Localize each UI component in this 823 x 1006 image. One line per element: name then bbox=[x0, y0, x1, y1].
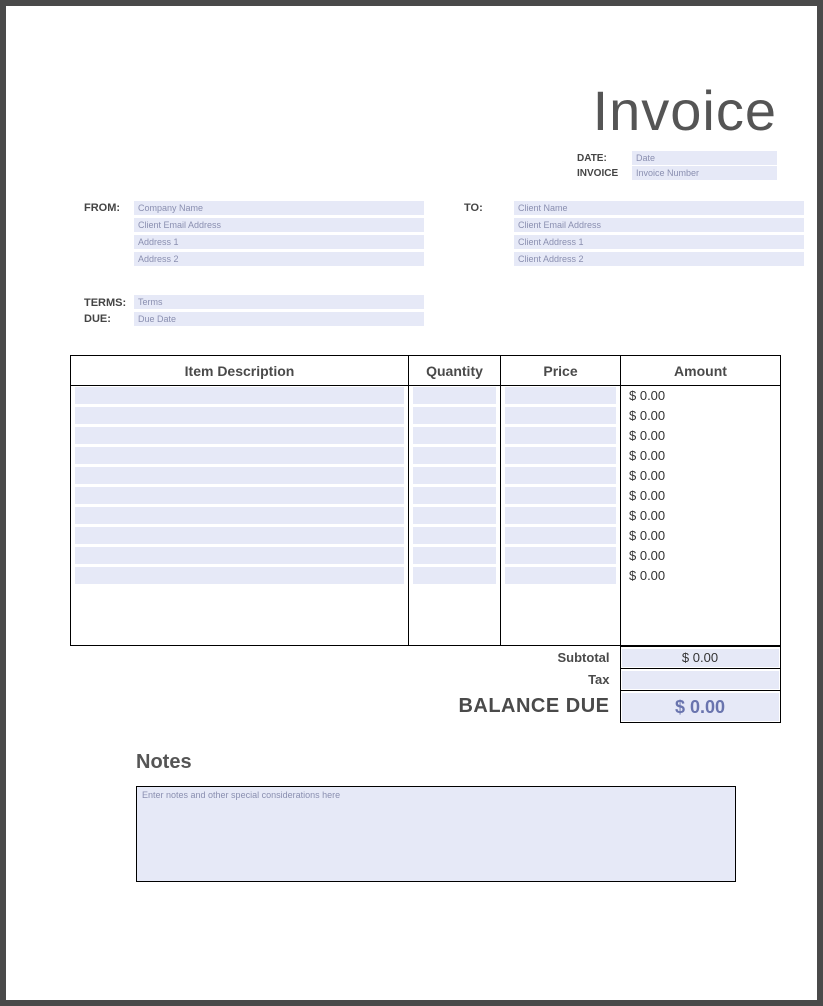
invoice-page: Invoice DATE: Date INVOICE Invoice Numbe… bbox=[6, 6, 817, 1000]
col-quantity: Quantity bbox=[409, 356, 501, 386]
item-price-input[interactable] bbox=[505, 387, 616, 404]
item-price-input[interactable] bbox=[505, 467, 616, 484]
item-quantity-input[interactable] bbox=[413, 507, 496, 524]
item-price-input[interactable] bbox=[505, 547, 616, 564]
balance-due-value: $ 0.00 bbox=[620, 691, 780, 723]
line-item-row: $ 0.00 bbox=[71, 546, 781, 566]
subtotal-label: Subtotal bbox=[408, 647, 620, 669]
item-description-input[interactable] bbox=[75, 467, 404, 484]
item-amount: $ 0.00 bbox=[621, 426, 781, 446]
line-item-row: $ 0.00 bbox=[71, 566, 781, 586]
line-item-row: $ 0.00 bbox=[71, 526, 781, 546]
item-amount: $ 0.00 bbox=[621, 446, 781, 466]
line-item-row: $ 0.00 bbox=[71, 446, 781, 466]
from-address1-input[interactable]: Address 1 bbox=[134, 235, 424, 249]
from-email-input[interactable]: Client Email Address bbox=[134, 218, 424, 232]
line-item-row: $ 0.00 bbox=[71, 386, 781, 406]
to-address2-input[interactable]: Client Address 2 bbox=[514, 252, 804, 266]
item-quantity-input[interactable] bbox=[413, 567, 496, 584]
item-description-input[interactable] bbox=[75, 387, 404, 404]
line-item-row: $ 0.00 bbox=[71, 466, 781, 486]
from-address2-input[interactable]: Address 2 bbox=[134, 252, 424, 266]
line-items-table: Item Description Quantity Price Amount $… bbox=[70, 355, 781, 646]
tax-label: Tax bbox=[408, 669, 620, 691]
tax-value[interactable] bbox=[620, 669, 780, 691]
date-input[interactable]: Date bbox=[632, 151, 777, 165]
item-amount: $ 0.00 bbox=[621, 486, 781, 506]
item-description-input[interactable] bbox=[75, 447, 404, 464]
item-price-input[interactable] bbox=[505, 447, 616, 464]
terms-input[interactable]: Terms bbox=[134, 295, 424, 309]
terms-label: TERMS: bbox=[84, 295, 134, 311]
col-amount: Amount bbox=[621, 356, 781, 386]
item-price-input[interactable] bbox=[505, 527, 616, 544]
item-price-input[interactable] bbox=[505, 427, 616, 444]
due-label: DUE: bbox=[84, 311, 134, 327]
item-quantity-input[interactable] bbox=[413, 487, 496, 504]
item-amount: $ 0.00 bbox=[621, 406, 781, 426]
item-price-input[interactable] bbox=[505, 567, 616, 584]
from-company-input[interactable]: Company Name bbox=[134, 201, 424, 215]
due-date-input[interactable]: Due Date bbox=[134, 312, 424, 326]
item-quantity-input[interactable] bbox=[413, 407, 496, 424]
notes-input[interactable]: Enter notes and other special considerat… bbox=[136, 786, 736, 882]
line-item-row: $ 0.00 bbox=[71, 506, 781, 526]
to-label: TO: bbox=[464, 201, 514, 267]
to-name-input[interactable]: Client Name bbox=[514, 201, 804, 215]
item-description-input[interactable] bbox=[75, 507, 404, 524]
item-description-input[interactable] bbox=[75, 407, 404, 424]
item-quantity-input[interactable] bbox=[413, 387, 496, 404]
item-description-input[interactable] bbox=[75, 567, 404, 584]
item-amount: $ 0.00 bbox=[621, 466, 781, 486]
item-quantity-input[interactable] bbox=[413, 467, 496, 484]
col-price: Price bbox=[501, 356, 621, 386]
item-amount: $ 0.00 bbox=[621, 526, 781, 546]
invoice-meta: DATE: Date INVOICE Invoice Number bbox=[577, 151, 777, 181]
item-description-input[interactable] bbox=[75, 427, 404, 444]
totals-table: Subtotal $ 0.00 Tax BALANCE DUE $ 0.00 bbox=[70, 646, 781, 723]
col-description: Item Description bbox=[71, 356, 409, 386]
item-amount: $ 0.00 bbox=[621, 506, 781, 526]
item-quantity-input[interactable] bbox=[413, 547, 496, 564]
item-description-input[interactable] bbox=[75, 527, 404, 544]
item-quantity-input[interactable] bbox=[413, 527, 496, 544]
balance-due-label: BALANCE DUE bbox=[408, 691, 620, 723]
item-quantity-input[interactable] bbox=[413, 447, 496, 464]
subtotal-value: $ 0.00 bbox=[620, 647, 780, 669]
invoice-number-label: INVOICE bbox=[577, 168, 632, 179]
to-email-input[interactable]: Client Email Address bbox=[514, 218, 804, 232]
item-quantity-input[interactable] bbox=[413, 427, 496, 444]
line-item-row: $ 0.00 bbox=[71, 406, 781, 426]
to-block: TO: Client Name Client Email Address Cli… bbox=[464, 201, 804, 267]
terms-block: TERMS: DUE: Terms Due Date bbox=[26, 295, 797, 327]
line-item-row: $ 0.00 bbox=[71, 486, 781, 506]
item-amount: $ 0.00 bbox=[621, 566, 781, 586]
item-description-input[interactable] bbox=[75, 487, 404, 504]
invoice-number-input[interactable]: Invoice Number bbox=[632, 166, 777, 180]
notes-heading: Notes bbox=[136, 751, 757, 774]
from-label: FROM: bbox=[84, 201, 134, 267]
notes-section: Notes Enter notes and other special cons… bbox=[136, 751, 757, 882]
item-amount: $ 0.00 bbox=[621, 546, 781, 566]
date-label: DATE: bbox=[577, 153, 632, 164]
item-description-input[interactable] bbox=[75, 547, 404, 564]
line-item-row: $ 0.00 bbox=[71, 426, 781, 446]
to-address1-input[interactable]: Client Address 1 bbox=[514, 235, 804, 249]
from-block: FROM: Company Name Client Email Address … bbox=[84, 201, 424, 267]
page-title: Invoice bbox=[26, 78, 797, 143]
item-price-input[interactable] bbox=[505, 507, 616, 524]
item-price-input[interactable] bbox=[505, 487, 616, 504]
parties: FROM: Company Name Client Email Address … bbox=[26, 201, 797, 267]
item-amount: $ 0.00 bbox=[621, 386, 781, 406]
item-price-input[interactable] bbox=[505, 407, 616, 424]
